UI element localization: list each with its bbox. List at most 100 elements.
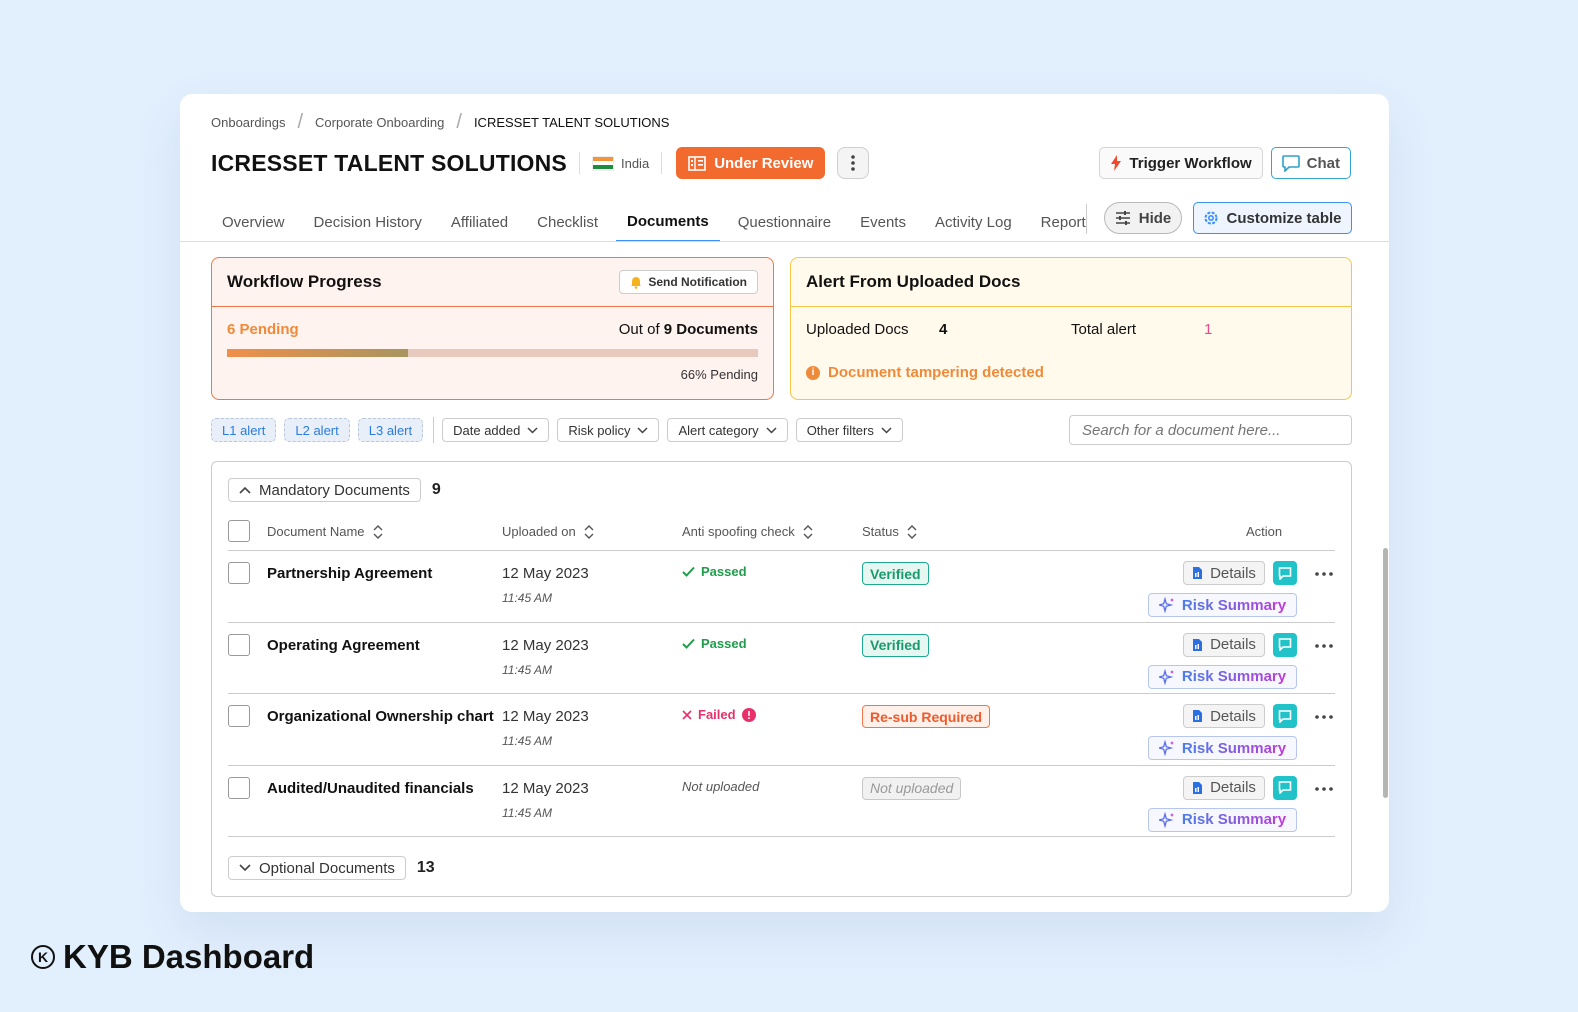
l2-alert-chip[interactable]: L2 alert — [284, 418, 350, 442]
row-checkbox[interactable] — [228, 633, 250, 656]
scrollbar[interactable] — [1383, 548, 1388, 798]
column-status[interactable]: Status — [862, 524, 917, 539]
l1-alert-chip[interactable]: L1 alert — [211, 418, 277, 442]
status-under-review-button[interactable]: Under Review — [676, 147, 826, 179]
document-search-input[interactable] — [1069, 415, 1352, 445]
send-notification-label: Send Notification — [648, 275, 747, 289]
breadcrumb-onboardings[interactable]: Onboardings — [211, 115, 285, 130]
out-of-documents: Out of 9 Documents — [618, 321, 758, 338]
table-row: Partnership Agreement 12 May 2023 11:45 … — [228, 551, 1335, 623]
tab-questionnaire[interactable]: Questionnaire — [727, 202, 842, 242]
mandatory-documents-toggle[interactable]: Mandatory Documents — [228, 478, 421, 502]
row-more-button[interactable] — [1315, 702, 1333, 725]
tab-affiliated[interactable]: Affiliated — [440, 202, 519, 242]
table-row: Operating Agreement 12 May 2023 11:45 AM… — [228, 623, 1335, 694]
vertical-dots-icon — [851, 155, 856, 171]
select-all-checkbox[interactable] — [228, 520, 250, 542]
column-uploaded-on[interactable]: Uploaded on — [502, 524, 594, 539]
details-label: Details — [1210, 779, 1256, 796]
comment-button[interactable] — [1273, 561, 1297, 585]
comment-button[interactable] — [1273, 775, 1297, 800]
tab-events[interactable]: Events — [849, 202, 917, 242]
spoof-result: Not uploaded — [682, 778, 760, 794]
header-actions: Trigger Workflow Chat — [1099, 147, 1351, 179]
customize-table-button[interactable]: Customize table — [1193, 202, 1352, 234]
tab-documents[interactable]: Documents — [616, 202, 720, 242]
optional-documents-toggle[interactable]: Optional Documents — [228, 856, 406, 880]
more-options-button[interactable] — [837, 147, 870, 179]
trigger-workflow-button[interactable]: Trigger Workflow — [1099, 147, 1263, 179]
row-more-button[interactable] — [1315, 774, 1333, 797]
document-icon — [1193, 638, 1203, 651]
page-title: ICRESSET TALENT SOLUTIONS — [211, 149, 567, 176]
other-filters-dropdown[interactable]: Other filters — [795, 418, 903, 442]
risk-summary-button[interactable]: Risk Summary — [1148, 593, 1297, 617]
comment-button[interactable] — [1273, 632, 1297, 657]
upload-time: 11:45 AM — [502, 591, 553, 605]
tab-activity-log[interactable]: Activity Log — [924, 202, 1023, 242]
breadcrumb-current: ICRESSET TALENT SOLUTIONS — [473, 115, 670, 130]
details-button[interactable]: Details — [1183, 632, 1265, 657]
chevron-down-icon — [766, 426, 777, 434]
risk-summary-label: Risk Summary — [1181, 811, 1287, 828]
gear-icon — [1204, 211, 1218, 225]
details-button[interactable]: Details — [1183, 775, 1265, 800]
breadcrumb-corporate-onboarding[interactable]: Corporate Onboarding — [315, 115, 444, 130]
column-anti-spoofing[interactable]: Anti spoofing check — [682, 524, 813, 539]
bell-icon — [631, 276, 642, 289]
upload-date: 12 May 2023 — [502, 779, 589, 797]
status-badge: Verified — [862, 633, 929, 657]
hide-label: Hide — [1138, 209, 1172, 227]
risk-summary-button[interactable]: Risk Summary — [1148, 664, 1297, 689]
upload-date: 12 May 2023 — [502, 565, 589, 582]
horizontal-dots-icon — [1315, 572, 1333, 576]
pending-percent: 66% Pending — [680, 367, 758, 382]
status-badge: Not uploaded — [862, 776, 962, 800]
optional-documents-group: Optional Documents 13 — [228, 856, 435, 880]
date-added-dropdown[interactable]: Date added — [442, 418, 550, 442]
tab-decision-history[interactable]: Decision History — [303, 202, 433, 242]
sparkle-icon — [1158, 811, 1174, 828]
details-button[interactable]: Details — [1183, 704, 1265, 728]
hide-button[interactable]: Hide — [1104, 202, 1182, 234]
sort-icon — [373, 524, 383, 539]
comment-icon — [1278, 638, 1292, 651]
row-checkbox[interactable] — [228, 776, 250, 799]
document-name: Partnership Agreement — [267, 565, 433, 582]
sort-icon — [803, 524, 813, 539]
alert-category-dropdown[interactable]: Alert category — [667, 418, 788, 442]
risk-summary-button[interactable]: Risk Summary — [1148, 807, 1297, 832]
title-row: ICRESSET TALENT SOLUTIONS India Under Re… — [211, 146, 870, 180]
uploaded-docs-value: 4 — [939, 321, 948, 338]
trigger-workflow-label: Trigger Workflow — [1129, 154, 1252, 172]
l3-alert-chip[interactable]: L3 alert — [357, 418, 424, 442]
filter-divider — [433, 417, 435, 443]
sliders-icon — [1115, 211, 1130, 225]
row-more-button[interactable] — [1315, 559, 1333, 582]
spoof-result: Failed — [682, 707, 756, 722]
column-document-name[interactable]: Document Name — [267, 524, 383, 539]
details-label: Details — [1210, 707, 1256, 725]
close-icon — [682, 709, 692, 720]
details-label: Details — [1210, 564, 1256, 582]
row-checkbox[interactable] — [228, 562, 250, 584]
chat-button[interactable]: Chat — [1270, 147, 1351, 179]
divider — [578, 152, 580, 174]
progress-bar-fill — [227, 349, 408, 357]
tampering-warning-text: Document tampering detected — [828, 364, 1044, 381]
chat-label: Chat — [1306, 154, 1340, 172]
risk-policy-dropdown[interactable]: Risk policy — [557, 418, 660, 442]
risk-summary-button[interactable]: Risk Summary — [1148, 736, 1297, 760]
spoof-result-label: Failed — [698, 707, 736, 722]
tab-checklist[interactable]: Checklist — [526, 202, 609, 242]
risk-summary-label: Risk Summary — [1181, 668, 1287, 685]
comment-button[interactable] — [1273, 704, 1297, 728]
row-checkbox[interactable] — [228, 705, 250, 727]
other-filters-label: Other filters — [806, 422, 874, 438]
details-button[interactable]: Details — [1183, 561, 1265, 585]
chat-icon — [1281, 154, 1300, 172]
row-more-button[interactable] — [1315, 631, 1333, 654]
table-row: Audited/Unaudited financials 12 May 2023… — [228, 766, 1335, 837]
tab-overview[interactable]: Overview — [211, 202, 296, 242]
send-notification-button[interactable]: Send Notification — [619, 270, 758, 294]
